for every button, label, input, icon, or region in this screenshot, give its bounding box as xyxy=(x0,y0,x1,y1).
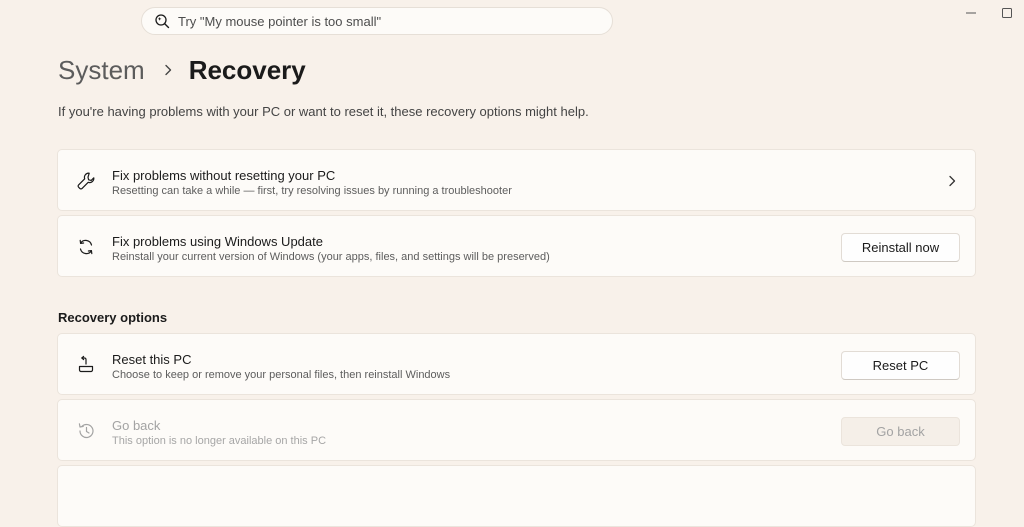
search-box[interactable] xyxy=(141,7,613,35)
refresh-icon xyxy=(76,237,96,257)
reset-pc-card: Reset this PC Choose to keep or remove y… xyxy=(57,333,976,395)
card-title: Go back xyxy=(112,418,161,433)
reset-pc-icon xyxy=(76,355,96,375)
card-description: This option is no longer available on th… xyxy=(112,435,327,447)
maximize-icon[interactable] xyxy=(1000,6,1014,20)
windows-update-card: Fix problems using Windows Update Reinst… xyxy=(57,215,976,277)
card-description: Reinstall your current version of Window… xyxy=(112,251,550,263)
card-description: Choose to keep or remove your personal f… xyxy=(112,369,451,381)
fix-without-reset-card[interactable]: Fix problems without resetting your PC R… xyxy=(57,149,976,211)
reset-pc-button[interactable]: Reset PC xyxy=(841,351,960,380)
search-icon xyxy=(154,13,170,29)
advanced-startup-card xyxy=(57,465,976,527)
recovery-options-heading: Recovery options xyxy=(58,310,168,325)
search-input[interactable] xyxy=(178,13,598,29)
breadcrumb-system[interactable]: System xyxy=(58,55,145,86)
card-title: Reset this PC xyxy=(112,352,192,367)
minimize-icon[interactable] xyxy=(964,6,978,20)
go-back-card: Go back This option is no longer availab… xyxy=(57,399,976,461)
reinstall-now-button[interactable]: Reinstall now xyxy=(841,233,960,262)
intro-text: If you're having problems with your PC o… xyxy=(58,104,589,119)
chevron-right-icon xyxy=(161,63,175,77)
card-title: Fix problems using Windows Update xyxy=(112,234,323,249)
go-back-button: Go back xyxy=(841,417,960,446)
page-title: Recovery xyxy=(188,54,306,85)
window-controls xyxy=(964,6,1014,20)
breadcrumb: System Recovery xyxy=(58,52,306,88)
card-title: Fix problems without resetting your PC xyxy=(112,168,336,183)
history-icon xyxy=(76,421,96,441)
card-description: Resetting can take a while — first, try … xyxy=(112,185,512,197)
wrench-icon xyxy=(76,171,96,191)
chevron-right-icon xyxy=(945,174,959,188)
